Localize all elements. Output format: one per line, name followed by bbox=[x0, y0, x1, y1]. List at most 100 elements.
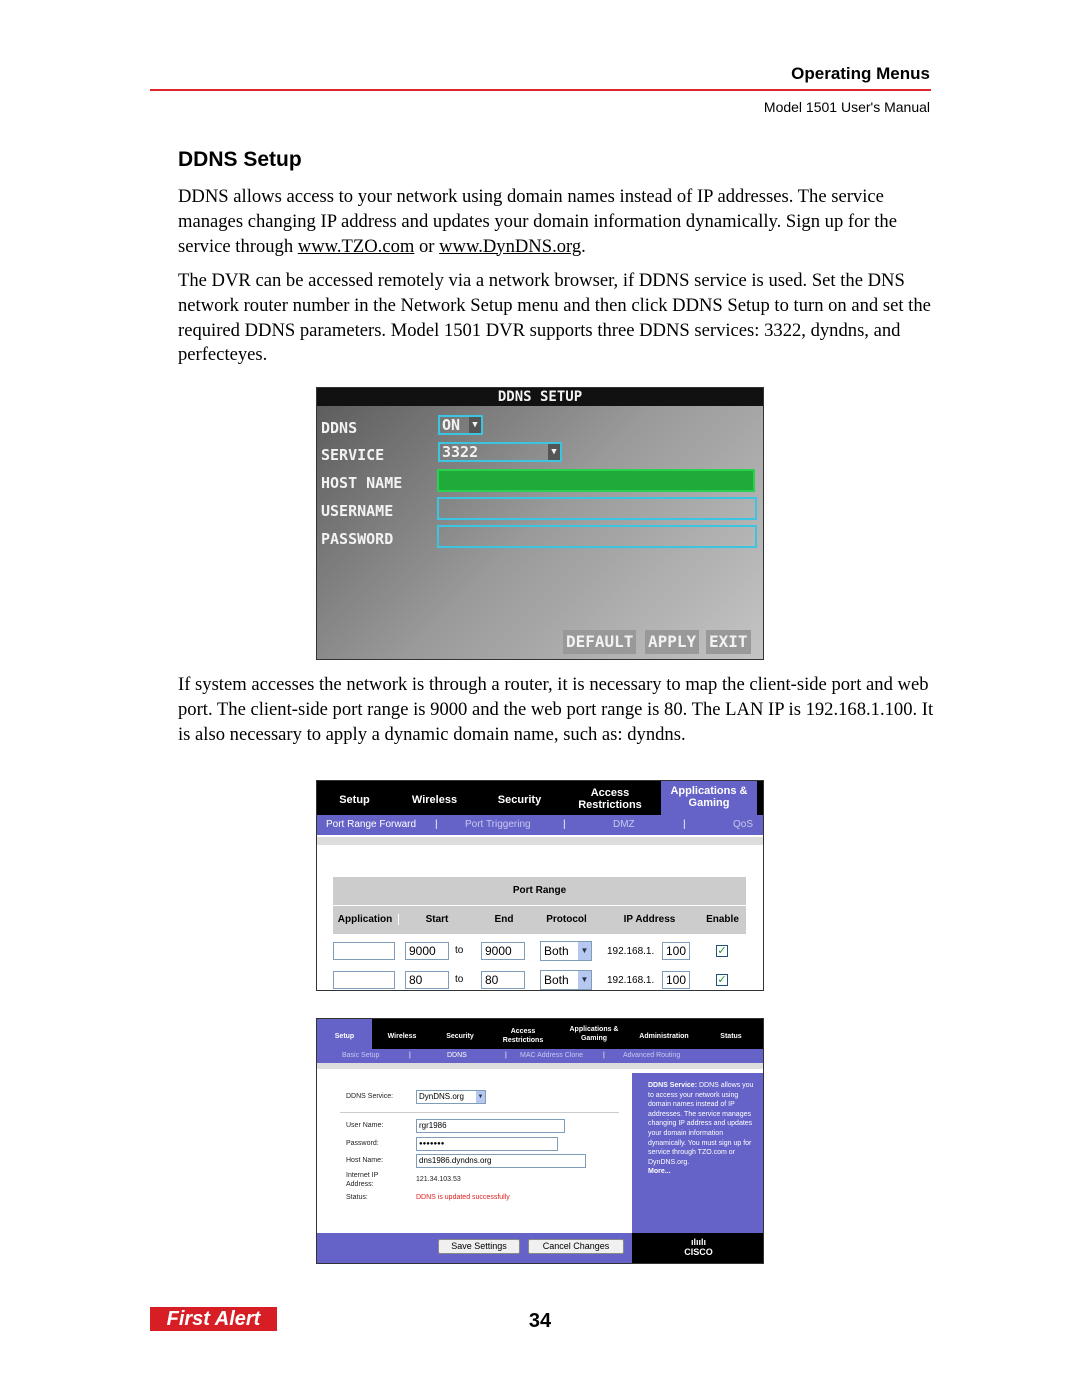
end-port-input[interactable]: 80 bbox=[481, 971, 525, 989]
internet-ip-value: 121.34.103.53 bbox=[416, 1176, 461, 1183]
subtab-advanced-routing[interactable]: Advanced Routing bbox=[623, 1049, 680, 1063]
help-text: DDNS allows you to access your network u… bbox=[648, 1082, 754, 1166]
separator: | bbox=[603, 1052, 605, 1059]
enable-checkbox[interactable]: ✓ bbox=[716, 974, 728, 986]
section-title: DDNS Setup bbox=[178, 148, 302, 171]
save-settings-button[interactable]: Save Settings bbox=[438, 1239, 520, 1254]
ip-prefix: 192.168.1. bbox=[607, 975, 655, 986]
cancel-changes-button[interactable]: Cancel Changes bbox=[528, 1239, 624, 1254]
dvr-ddns-select[interactable]: ON ▼ bbox=[438, 415, 483, 435]
separator: | bbox=[409, 1052, 411, 1059]
tab-setup[interactable]: Setup bbox=[317, 1019, 372, 1049]
status-label: Status: bbox=[346, 1194, 368, 1201]
to-label: to bbox=[455, 945, 464, 956]
subtab-dmz[interactable]: DMZ bbox=[613, 815, 635, 835]
dvr-label-service: SERVICE bbox=[321, 446, 385, 464]
tzo-link[interactable]: www.TZO.com bbox=[298, 236, 415, 257]
help-title: DDNS Service: bbox=[648, 1082, 698, 1089]
separator: | bbox=[505, 1052, 507, 1059]
ip-last-input[interactable]: 100 bbox=[662, 971, 690, 989]
ddns-service-select[interactable]: DynDNS.org ▼ bbox=[416, 1090, 486, 1104]
chevron-down-icon: ▼ bbox=[476, 1091, 485, 1103]
dvr-dropdown-icon: ▼ bbox=[548, 444, 560, 460]
header-subtitle: Model 1501 User's Manual bbox=[763, 99, 930, 115]
paragraph-3: If system accesses the network is throug… bbox=[178, 674, 934, 745]
tab-applications-gaming[interactable]: Applications & Gaming bbox=[563, 1025, 625, 1043]
tab-applications-gaming[interactable]: Applications & Gaming bbox=[661, 781, 757, 815]
separator: | bbox=[683, 819, 686, 830]
tab-wireless[interactable]: Wireless bbox=[402, 794, 467, 806]
application-input[interactable] bbox=[333, 942, 395, 960]
tab-status[interactable]: Status bbox=[709, 1031, 753, 1043]
dvr-ddns-screenshot: DDNS SETUP DDNS SERVICE HOST NAME USERNA… bbox=[316, 387, 764, 660]
dvr-label-password: PASSWORD bbox=[321, 530, 394, 548]
subtab-port-range-forward[interactable]: Port Range Forward bbox=[326, 815, 416, 835]
dvr-label-ddns: DDNS bbox=[321, 419, 358, 437]
dvr-exit-button[interactable]: EXIT bbox=[706, 630, 751, 654]
divider bbox=[340, 1112, 619, 1113]
subtab-mac-address-clone[interactable]: MAC Address Clone bbox=[520, 1049, 583, 1063]
protocol-select[interactable]: Both ▼ bbox=[540, 970, 592, 990]
dvr-hostname-field[interactable] bbox=[437, 469, 755, 492]
para1-end: . bbox=[581, 235, 586, 257]
divider bbox=[317, 1063, 763, 1069]
subtab-basic-setup[interactable]: Basic Setup bbox=[342, 1049, 379, 1063]
ddns-service-value: DynDNS.org bbox=[419, 1092, 464, 1101]
para1-or: or bbox=[414, 235, 440, 257]
ip-last-input[interactable]: 100 bbox=[662, 942, 690, 960]
dvr-username-field[interactable] bbox=[437, 497, 757, 520]
page-number: 34 bbox=[528, 1310, 552, 1332]
start-port-input[interactable]: 9000 bbox=[405, 942, 449, 960]
user-name-input[interactable]: rgr1986 bbox=[416, 1119, 565, 1133]
ip-prefix: 192.168.1. bbox=[607, 946, 655, 957]
dvr-service-select[interactable]: 3322 ▼ bbox=[438, 442, 562, 462]
help-more-link[interactable]: More... bbox=[648, 1168, 671, 1175]
application-input[interactable] bbox=[333, 971, 395, 989]
paragraph-1: DDNS allows access to your network using… bbox=[178, 185, 938, 259]
tab-access-restrictions[interactable]: Access Restrictions bbox=[495, 1027, 551, 1045]
port-range-title: Port Range bbox=[333, 877, 746, 905]
dvr-label-username: USERNAME bbox=[321, 502, 394, 520]
help-panel: DDNS Service: DDNS allows you to access … bbox=[632, 1073, 763, 1233]
col-start: Start bbox=[398, 914, 475, 925]
tab-wireless[interactable]: Wireless bbox=[377, 1031, 427, 1043]
tab-security[interactable]: Security bbox=[435, 1031, 485, 1043]
tab-security[interactable]: Security bbox=[487, 794, 552, 806]
dvr-password-field[interactable] bbox=[437, 525, 757, 548]
col-enable: Enable bbox=[706, 914, 739, 925]
tab-administration[interactable]: Administration bbox=[629, 1031, 699, 1043]
divider bbox=[317, 837, 763, 845]
user-name-label: User Name: bbox=[346, 1122, 384, 1129]
start-port-input[interactable]: 80 bbox=[405, 971, 449, 989]
subtab-ddns[interactable]: DDNS bbox=[447, 1049, 467, 1063]
header-divider bbox=[150, 89, 931, 91]
subtab-port-triggering[interactable]: Port Triggering bbox=[465, 815, 531, 835]
host-name-input[interactable]: dns1986.dyndns.org bbox=[416, 1154, 586, 1168]
tab-setup[interactable]: Setup bbox=[327, 794, 382, 806]
col-application: Application bbox=[337, 914, 393, 925]
host-name-label: Host Name: bbox=[346, 1157, 383, 1164]
tab-access-restrictions[interactable]: Access Restrictions bbox=[570, 787, 650, 811]
table-header: Application Start End Protocol IP Addres… bbox=[333, 906, 746, 934]
end-port-input[interactable]: 9000 bbox=[481, 942, 525, 960]
ddns-service-label: DDNS Service: bbox=[346, 1093, 394, 1100]
dvr-apply-button[interactable]: APPLY bbox=[645, 630, 700, 654]
header-title: Operating Menus bbox=[791, 64, 930, 83]
separator: | bbox=[435, 819, 438, 830]
cisco-logo: ılıılı CISCO bbox=[632, 1233, 763, 1263]
col-ip-address: IP Address bbox=[623, 914, 676, 925]
dvr-title: DDNS SETUP bbox=[317, 388, 763, 406]
paragraph-2: The DVR can be accessed remotely via a n… bbox=[178, 270, 931, 366]
chevron-down-icon: ▼ bbox=[578, 942, 591, 960]
enable-checkbox[interactable]: ✓ bbox=[716, 945, 728, 957]
password-input[interactable]: ●●●●●●● bbox=[416, 1137, 558, 1151]
subtab-qos[interactable]: QoS bbox=[733, 815, 753, 835]
dyndns-link[interactable]: www.DynDNS.org bbox=[439, 236, 581, 257]
cisco-wordmark: CISCO bbox=[684, 1247, 713, 1257]
to-label: to bbox=[455, 974, 464, 985]
protocol-select[interactable]: Both ▼ bbox=[540, 941, 592, 961]
cisco-bars-icon: ılıılı bbox=[690, 1237, 706, 1247]
dvr-default-button[interactable]: DEFAULT bbox=[563, 630, 637, 654]
status-value: DDNS is updated successfully bbox=[416, 1194, 510, 1201]
dvr-dropdown-icon: ▼ bbox=[469, 417, 481, 433]
